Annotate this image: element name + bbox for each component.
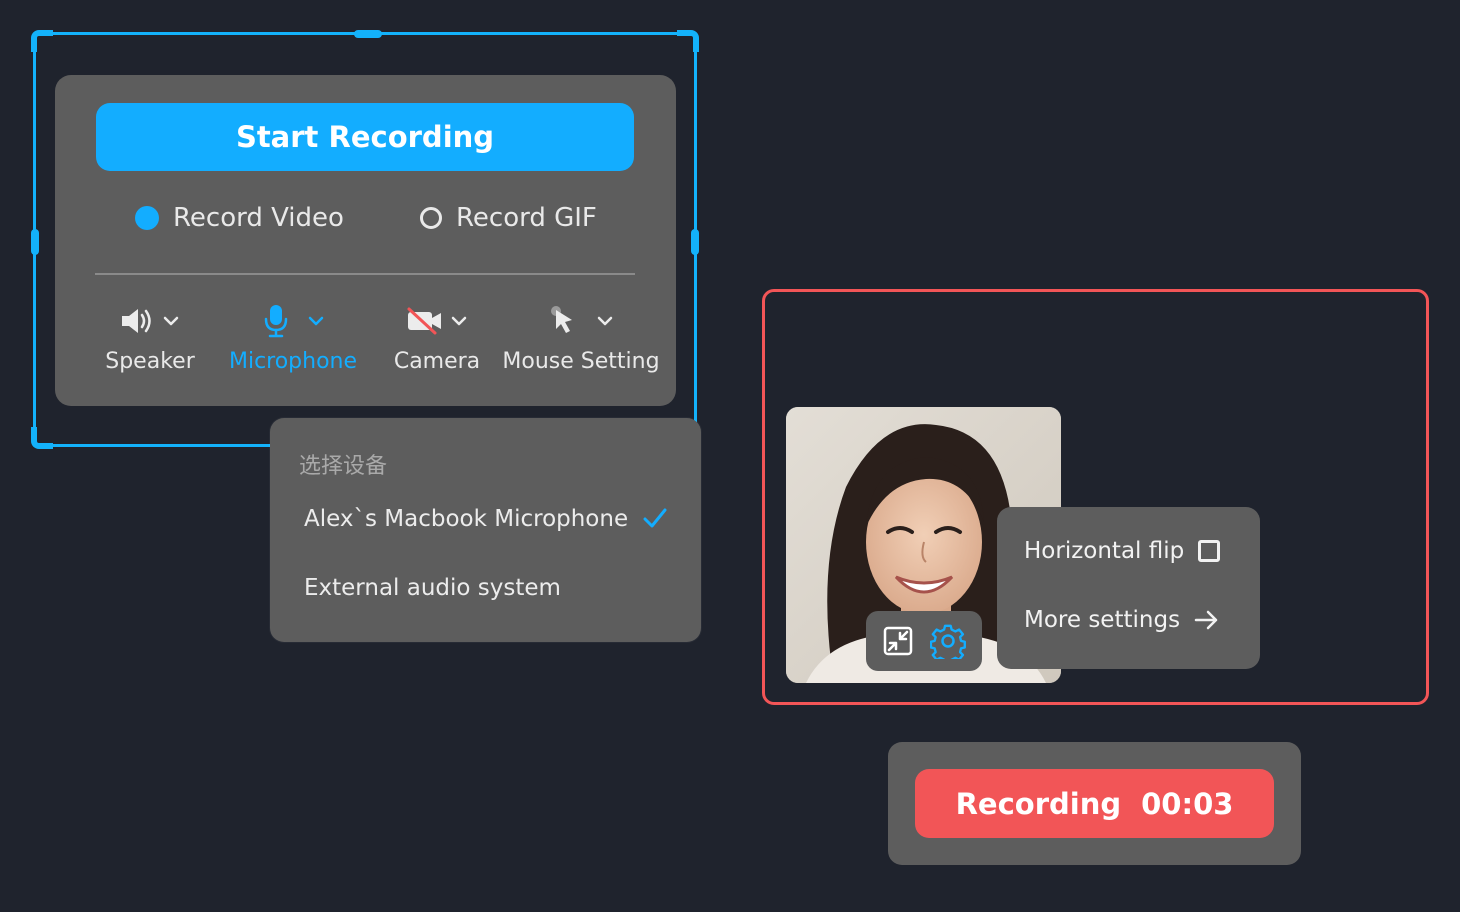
- more-settings-label: More settings: [1024, 607, 1181, 633]
- chevron-down-icon[interactable]: [450, 312, 468, 330]
- camera-controls: [866, 611, 982, 671]
- resize-handle-top-left[interactable]: [31, 30, 53, 52]
- device-option-label: Alex`s Macbook Microphone: [304, 506, 629, 532]
- device-option-label: External audio system: [304, 575, 561, 601]
- microphone-device[interactable]: Microphone: [221, 303, 365, 374]
- recording-timer: 00:03: [1141, 786, 1234, 821]
- chevron-down-icon[interactable]: [162, 312, 180, 330]
- mouse-setting-device[interactable]: Mouse Setting: [495, 303, 667, 374]
- device-option-external-audio[interactable]: External audio system: [304, 575, 561, 601]
- recording-label: Recording: [955, 786, 1122, 821]
- horizontal-flip-option[interactable]: Horizontal flip: [1024, 538, 1221, 564]
- chevron-down-icon[interactable]: [596, 312, 614, 330]
- chevron-down-icon[interactable]: [307, 312, 325, 330]
- gear-icon[interactable]: [930, 623, 966, 659]
- resize-handle-left[interactable]: [31, 229, 39, 255]
- start-recording-button[interactable]: Start Recording: [96, 103, 634, 171]
- radio-selected-icon[interactable]: [135, 206, 159, 230]
- record-gif-label: Record GIF: [456, 203, 597, 233]
- minimize-icon[interactable]: [882, 625, 914, 657]
- mouse-setting-label: Mouse Setting: [502, 349, 660, 374]
- recording-status-panel: Recording 00:03: [888, 742, 1301, 865]
- microphone-label: Microphone: [228, 349, 358, 374]
- arrow-right-icon: [1194, 610, 1218, 630]
- cursor-click-icon: [551, 306, 572, 333]
- resize-handle-top[interactable]: [354, 30, 382, 38]
- camera-label: Camera: [393, 349, 481, 374]
- speaker-device[interactable]: Speaker: [97, 303, 203, 374]
- record-gif-option[interactable]: Record GIF: [420, 203, 597, 233]
- horizontal-flip-label: Horizontal flip: [1024, 538, 1185, 564]
- more-settings-link[interactable]: More settings: [1024, 607, 1220, 633]
- camera-off-icon: [407, 307, 441, 335]
- resize-handle-top-right[interactable]: [677, 30, 699, 52]
- microphone-icon: [264, 305, 288, 338]
- checkmark-icon: [643, 508, 667, 528]
- camera-device[interactable]: Camera: [385, 303, 489, 374]
- device-option-macbook-microphone[interactable]: Alex`s Macbook Microphone: [304, 506, 668, 532]
- divider: [95, 273, 635, 275]
- record-mode-group: Record Video Record GIF: [55, 203, 676, 247]
- speaker-icon: [122, 309, 151, 333]
- radio-unselected-icon[interactable]: [420, 207, 442, 229]
- stop-recording-button[interactable]: Recording 00:03: [915, 769, 1274, 838]
- speaker-label: Speaker: [105, 349, 195, 374]
- recorder-panel: Start Recording Record Video Record GIF …: [55, 75, 676, 406]
- record-video-option[interactable]: Record Video: [135, 203, 344, 233]
- record-video-label: Record Video: [173, 203, 344, 233]
- camera-settings-menu: Horizontal flip More settings: [997, 507, 1260, 669]
- device-menu-title: 选择设备: [299, 454, 388, 479]
- horizontal-flip-checkbox[interactable]: [1198, 540, 1221, 562]
- device-dropdown-menu: 选择设备 Alex`s Macbook Microphone External …: [270, 418, 701, 642]
- resize-handle-bottom-left[interactable]: [31, 427, 53, 449]
- resize-handle-right[interactable]: [691, 229, 699, 255]
